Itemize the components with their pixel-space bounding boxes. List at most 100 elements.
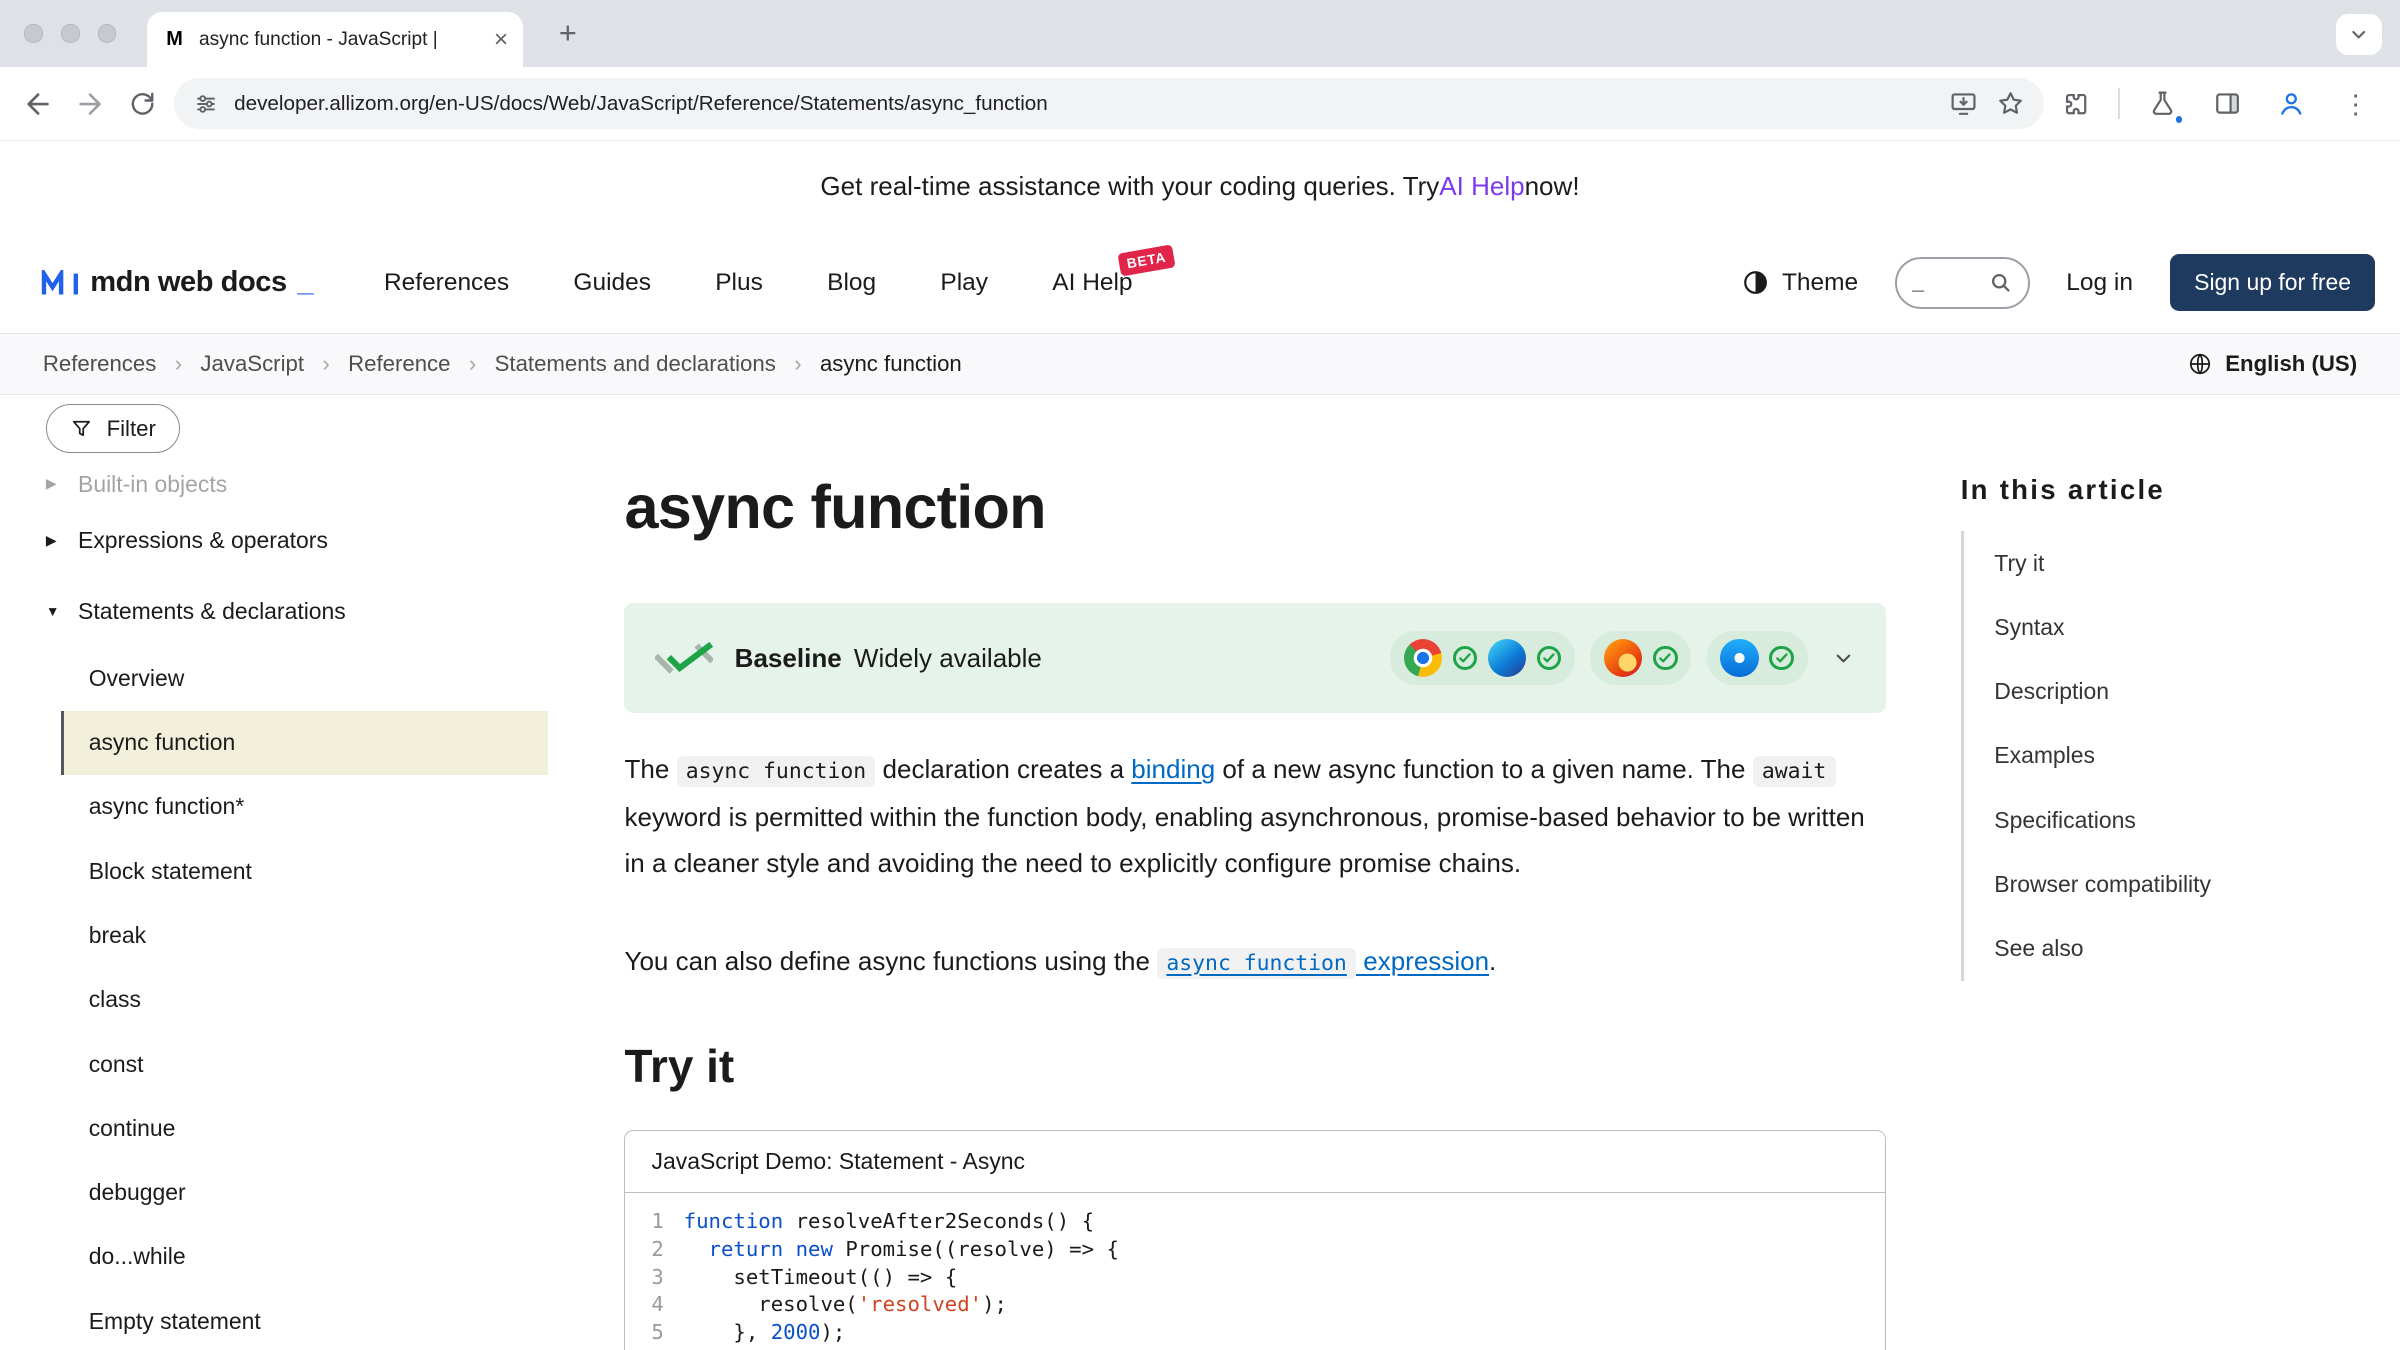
site-settings-icon[interactable] <box>193 91 219 117</box>
side-panel-icon <box>2213 89 2242 118</box>
sidebar-item-debugger[interactable]: debugger <box>61 1161 548 1225</box>
nav-references[interactable]: References <box>384 269 509 297</box>
search-hint: _ <box>1912 270 1924 295</box>
theme-icon <box>1741 268 1770 297</box>
globe-icon <box>2187 351 2213 377</box>
sidebar-item-block-statement[interactable]: Block statement <box>61 839 548 903</box>
baseline-status: Baseline Widely available <box>735 643 1042 674</box>
install-icon[interactable] <box>1949 89 1978 118</box>
sidebar-item-label: const <box>89 1051 144 1078</box>
login-link[interactable]: Log in <box>2066 269 2133 297</box>
code-line: 3 setTimeout(() => { <box>625 1264 1884 1292</box>
line-number: 6 <box>625 1346 683 1350</box>
code-line: 4 resolve('resolved'); <box>625 1291 1884 1319</box>
browser-menu-button[interactable]: ⋮ <box>2330 78 2382 130</box>
line-number: 2 <box>625 1236 683 1264</box>
tab-title: async function - JavaScript | <box>199 29 482 51</box>
browser-support-chips <box>1390 631 1808 685</box>
sidebar-filter-button[interactable]: Filter <box>46 404 180 453</box>
breadcrumb-reference[interactable]: Reference <box>348 351 450 377</box>
paragraph-text: of a new async function to a given name.… <box>1215 754 1753 784</box>
sidebar-item-overview[interactable]: Overview <box>61 646 548 710</box>
window-minimize-button[interactable] <box>61 24 79 42</box>
breadcrumb-references[interactable]: References <box>43 351 156 377</box>
beta-badge: BETA <box>1117 244 1175 276</box>
profile-avatar-icon <box>2276 88 2307 119</box>
signup-button[interactable]: Sign up for free <box>2170 254 2376 312</box>
sidebar-item-do-while[interactable]: do...while <box>61 1225 548 1289</box>
breadcrumb-statements[interactable]: Statements and declarations <box>495 351 776 377</box>
sidebar-item-expressions-operators[interactable]: ▶ Expressions & operators <box>46 505 605 575</box>
safari-icon <box>1720 639 1758 677</box>
ai-help-promo-banner: Get real-time assistance with your codin… <box>0 141 2400 233</box>
url-bar[interactable]: developer.allizom.org/en-US/docs/Web/Jav… <box>174 78 2043 129</box>
experiments-button[interactable] <box>2137 78 2189 130</box>
bookmark-star-icon[interactable] <box>1996 89 2025 118</box>
url-text: developer.allizom.org/en-US/docs/Web/Jav… <box>234 92 1949 116</box>
language-switcher[interactable]: English (US) <box>2187 351 2357 377</box>
sidebar-item-statements-declarations[interactable]: ▼ Statements & declarations <box>46 576 605 646</box>
sidebar-item-async-function[interactable]: async function <box>61 711 548 775</box>
search-input[interactable]: _ <box>1895 257 2030 309</box>
line-number: 5 <box>625 1319 683 1347</box>
forward-arrow-icon <box>74 88 106 120</box>
toolbar-actions: ⋮ <box>2050 78 2388 130</box>
nav-blog[interactable]: Blog <box>827 269 876 297</box>
sidebar-section-label: Statements & declarations <box>78 598 346 625</box>
chevron-down-icon[interactable] <box>1832 647 1855 670</box>
profile-button[interactable] <box>2265 78 2317 130</box>
extensions-button[interactable] <box>2050 78 2102 130</box>
sidebar-item-break[interactable]: break <box>61 903 548 967</box>
inline-code: async function <box>677 756 876 787</box>
new-tab-button[interactable]: + <box>548 14 588 54</box>
breadcrumb-separator-icon: › <box>322 351 329 377</box>
toc-list: Try it Syntax Description Examples Speci… <box>1961 531 2390 981</box>
nav-guides[interactable]: Guides <box>573 269 651 297</box>
toc-item-see-also[interactable]: See also <box>1964 917 2390 981</box>
window-close-button[interactable] <box>24 24 42 42</box>
nav-play[interactable]: Play <box>940 269 988 297</box>
toc-item-examples[interactable]: Examples <box>1964 724 2390 788</box>
sidebar-item-const[interactable]: const <box>61 1032 548 1096</box>
toc-item-try-it[interactable]: Try it <box>1964 531 2390 595</box>
binding-link[interactable]: binding <box>1131 754 1215 784</box>
tab-close-button[interactable]: × <box>494 28 508 52</box>
promo-text-after: now! <box>1525 171 1580 202</box>
chevron-right-icon: ▶ <box>46 533 64 549</box>
sidebar-item-async-function-star[interactable]: async function* <box>61 775 548 839</box>
browser-tab[interactable]: M async function - JavaScript | × <box>147 12 524 67</box>
toc-item-syntax[interactable]: Syntax <box>1964 595 2390 659</box>
chrome-icon <box>1404 639 1442 677</box>
baseline-banner[interactable]: Baseline Widely available <box>624 603 1885 713</box>
toc-item-browser-compatibility[interactable]: Browser compatibility <box>1964 852 2390 916</box>
breadcrumb-current[interactable]: async function <box>820 351 962 377</box>
sidebar-section-label: Built-in objects <box>78 471 227 498</box>
code-line: 5 }, 2000); <box>625 1319 1884 1347</box>
nav-ai-help[interactable]: AI HelpBETA <box>1052 269 1132 297</box>
breadcrumb-javascript[interactable]: JavaScript <box>200 351 304 377</box>
support-chip-safari <box>1707 631 1808 685</box>
ai-help-link[interactable]: AI Help <box>1439 171 1524 202</box>
mdn-logo-icon <box>40 270 80 294</box>
nav-plus[interactable]: Plus <box>715 269 763 297</box>
sidebar-item-built-in-objects[interactable]: ▶ Built-in objects <box>46 463 605 506</box>
reload-button[interactable] <box>116 78 168 130</box>
forward-button[interactable] <box>64 78 116 130</box>
code-line: 2 return new Promise((resolve) => { <box>625 1236 1884 1264</box>
sidebar-item-continue[interactable]: continue <box>61 1096 548 1160</box>
tab-search-button[interactable] <box>2336 14 2382 55</box>
side-panel-button[interactable] <box>2201 78 2253 130</box>
promo-text-before: Get real-time assistance with your codin… <box>820 171 1439 202</box>
support-chip-firefox <box>1590 631 1691 685</box>
theme-toggle[interactable]: Theme <box>1741 268 1858 297</box>
back-button[interactable] <box>12 78 64 130</box>
mdn-logo[interactable]: mdn web docs_ <box>40 266 314 299</box>
sidebar-item-empty-statement[interactable]: Empty statement <box>61 1289 548 1350</box>
toc-item-description[interactable]: Description <box>1964 660 2390 724</box>
line-number: 3 <box>625 1264 683 1292</box>
code-editor[interactable]: 1function resolveAfter2Seconds() { 2 ret… <box>625 1193 1884 1350</box>
async-function-expression-link[interactable]: async function expression <box>1157 946 1489 976</box>
toc-item-specifications[interactable]: Specifications <box>1964 788 2390 852</box>
sidebar-item-class[interactable]: class <box>61 968 548 1032</box>
window-zoom-button[interactable] <box>98 24 116 42</box>
